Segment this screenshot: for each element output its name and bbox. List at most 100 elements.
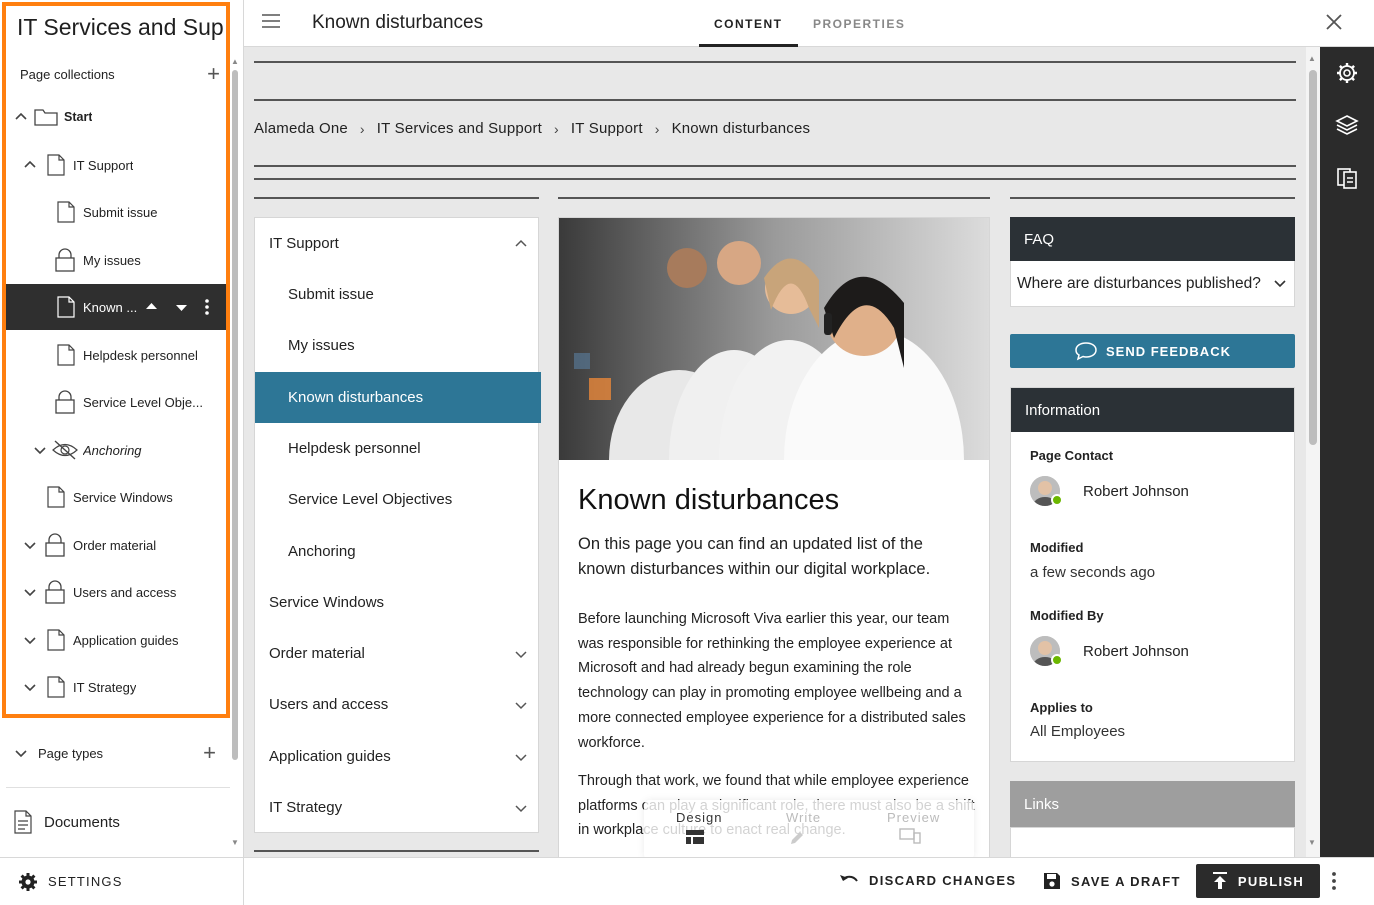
chevron-down-icon[interactable] [14, 746, 28, 760]
chevron-up-icon[interactable] [515, 238, 527, 250]
tree-item-known-disturbances[interactable]: Known ... [6, 284, 226, 330]
preview-mode-label[interactable]: Preview [887, 810, 940, 825]
nav-item-service-windows[interactable]: Service Windows [255, 577, 539, 628]
scroll-down-arrow-icon[interactable]: ▼ [1308, 838, 1316, 847]
publish-button[interactable]: PUBLISH [1196, 864, 1320, 898]
clipboard-icon[interactable] [1335, 165, 1359, 189]
page-icon [46, 675, 66, 699]
close-icon[interactable] [1324, 12, 1344, 32]
nav-item-it-strategy[interactable]: IT Strategy [255, 782, 539, 833]
chevron-down-icon[interactable] [1274, 277, 1286, 289]
modified-by-name[interactable]: Robert Johnson [1083, 643, 1189, 660]
send-feedback-button[interactable]: SEND FEEDBACK [1010, 334, 1295, 368]
modified-by-person[interactable]: Robert Johnson [1030, 636, 1189, 666]
design-mode-label[interactable]: Design [676, 810, 722, 825]
tree-item-service-windows[interactable]: Service Windows [6, 474, 226, 520]
hero-image [559, 218, 989, 460]
nav-item-it-support[interactable]: IT Support [255, 218, 539, 269]
page-contact-person[interactable]: Robert Johnson [1030, 476, 1189, 506]
design-grid-icon[interactable] [686, 830, 704, 844]
chevron-down-icon[interactable] [23, 538, 37, 552]
gear-icon[interactable] [1335, 61, 1359, 85]
nav-item-anchoring[interactable]: Anchoring [255, 526, 539, 577]
chevron-down-icon[interactable] [23, 585, 37, 599]
more-options-icon[interactable] [1332, 872, 1336, 890]
nav-item-label: My issues [288, 337, 355, 354]
tab-properties[interactable]: PROPERTIES [813, 17, 905, 31]
chevron-down-icon[interactable] [515, 751, 527, 763]
nav-item-users-and-access[interactable]: Users and access [255, 679, 539, 730]
scroll-up-arrow-icon[interactable]: ▲ [231, 57, 239, 66]
page-title: Known disturbances [312, 12, 484, 33]
faq-question[interactable]: Where are disturbances published? [1010, 261, 1295, 307]
scroll-down-arrow-icon[interactable]: ▼ [231, 838, 239, 847]
save-draft-button[interactable]: SAVE A DRAFT [1043, 872, 1181, 890]
breadcrumb-item[interactable]: Known disturbances [672, 120, 811, 137]
page-types-header[interactable]: Page types + [14, 742, 216, 764]
sidebar-scrollbar[interactable] [232, 70, 238, 760]
tree-item-label: Order material [73, 537, 157, 553]
chevron-up-icon[interactable] [23, 158, 37, 172]
tree-item-users-and-access[interactable]: Users and access [6, 569, 226, 615]
breadcrumb-item[interactable]: Alameda One [254, 120, 348, 137]
chevron-down-icon[interactable] [23, 633, 37, 647]
scroll-up-arrow-icon[interactable]: ▲ [1308, 54, 1316, 63]
tree-item-helpdesk-personnel[interactable]: Helpdesk personnel [6, 332, 226, 378]
pencil-icon[interactable] [789, 830, 805, 846]
section-navigation: IT Support Submit issue My issues Known … [254, 217, 541, 833]
breadcrumb-item[interactable]: IT Services and Support [377, 120, 542, 137]
canvas-scrollbar[interactable] [1309, 70, 1317, 445]
avatar [1030, 636, 1063, 666]
presence-available-icon [1051, 654, 1063, 666]
divider [6, 787, 230, 788]
chevron-down-icon[interactable] [515, 802, 527, 814]
chevron-down-icon[interactable] [33, 443, 47, 457]
more-options-icon[interactable] [205, 299, 209, 315]
nav-item-known-disturbances[interactable]: Known disturbances [255, 372, 541, 423]
add-page-type-plus-icon[interactable]: + [203, 742, 216, 764]
layers-icon[interactable] [1335, 113, 1359, 137]
page-contact-label: Page Contact [1030, 448, 1114, 463]
add-page-collection-plus-icon[interactable]: + [207, 63, 220, 85]
preview-devices-icon[interactable] [899, 828, 921, 844]
nav-item-order-material[interactable]: Order material [255, 628, 539, 679]
nav-item-service-level-objectives[interactable]: Service Level Objectives [255, 474, 539, 525]
breadcrumb-separator-icon: › [654, 120, 660, 137]
divider [254, 99, 1296, 101]
tree-item-my-issues[interactable]: My issues [6, 237, 226, 283]
write-mode-label[interactable]: Write [786, 810, 821, 825]
lock-icon [54, 248, 76, 272]
breadcrumb-item[interactable]: IT Support [571, 120, 643, 137]
move-up-icon[interactable] [146, 302, 157, 310]
nav-item-helpdesk-personnel[interactable]: Helpdesk personnel [255, 423, 539, 474]
documents-link[interactable]: Documents [14, 810, 120, 834]
tree-item-service-level-objectives[interactable]: Service Level Obje... [6, 379, 226, 425]
chevron-down-icon[interactable] [23, 680, 37, 694]
chevron-down-icon[interactable] [515, 699, 527, 711]
chevron-down-icon[interactable] [515, 648, 527, 660]
tree-item-submit-issue[interactable]: Submit issue [6, 189, 226, 235]
nav-item-my-issues[interactable]: My issues [255, 320, 539, 371]
settings-button[interactable]: SETTINGS [0, 857, 244, 905]
hamburger-menu-icon[interactable] [262, 14, 280, 28]
nav-item-label: Service Windows [269, 594, 385, 611]
chevron-up-icon[interactable] [14, 110, 28, 124]
site-title: IT Services and Sup [17, 14, 224, 40]
settings-label: SETTINGS [48, 874, 123, 889]
tab-content[interactable]: CONTENT [714, 17, 783, 31]
applies-to-value: All Employees [1030, 723, 1126, 740]
tree-item-it-strategy[interactable]: IT Strategy [6, 664, 226, 710]
tree-item-start[interactable]: Start [6, 94, 226, 140]
nav-item-application-guides[interactable]: Application guides [255, 731, 539, 782]
divider [254, 178, 1296, 180]
tree-item-anchoring[interactable]: Anchoring [6, 427, 226, 473]
discard-changes-button[interactable]: DISCARD CHANGES [839, 872, 1016, 888]
tree-item-it-support[interactable]: IT Support [6, 142, 226, 188]
move-down-icon[interactable] [176, 304, 187, 312]
page-contact-name[interactable]: Robert Johnson [1083, 483, 1189, 500]
nav-item-submit-issue[interactable]: Submit issue [255, 269, 539, 320]
tree-item-application-guides[interactable]: Application guides [6, 617, 226, 663]
tree-item-order-material[interactable]: Order material [6, 522, 226, 568]
top-bar: Known disturbances CONTENT PROPERTIES [244, 0, 1374, 47]
chat-bubble-icon [1074, 341, 1098, 361]
